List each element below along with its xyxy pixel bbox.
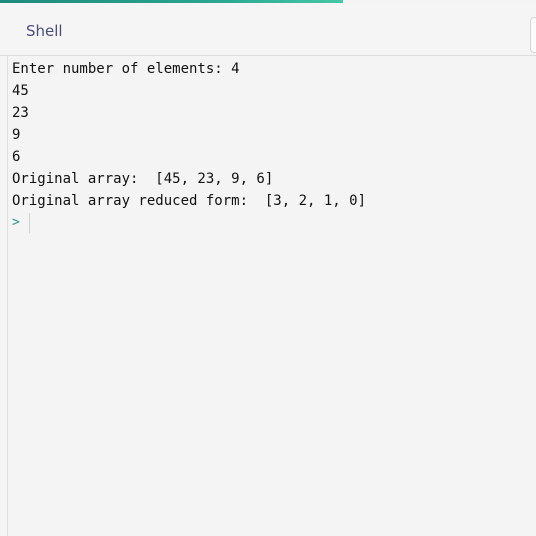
shell-input-row[interactable]: >: [12, 212, 536, 234]
console-line-element-2: 23: [12, 105, 29, 121]
console-line-element-4: 6: [12, 149, 21, 165]
console-line-element-1: 45: [12, 83, 29, 99]
shell-console-output[interactable]: Enter number of elements: 4 45 23 9 6 Or…: [12, 58, 536, 536]
console-line-element-3: 9: [12, 127, 21, 143]
text-cursor: [29, 213, 30, 233]
shell-title: Shell: [26, 22, 63, 40]
console-line-input-prompt: Enter number of elements: 4: [12, 61, 240, 77]
header-right-control[interactable]: [530, 17, 536, 53]
shell-header: Shell: [0, 3, 536, 56]
console-line-original-array: Original array: [45, 23, 9, 6]: [12, 171, 274, 187]
console-line-reduced-form: Original array reduced form: [3, 2, 1, 0…: [12, 193, 367, 209]
shell-window: Shell Enter number of elements: 4 45 23 …: [0, 0, 536, 536]
prompt-symbol: >: [12, 215, 20, 230]
left-gutter-divider: [7, 56, 8, 536]
